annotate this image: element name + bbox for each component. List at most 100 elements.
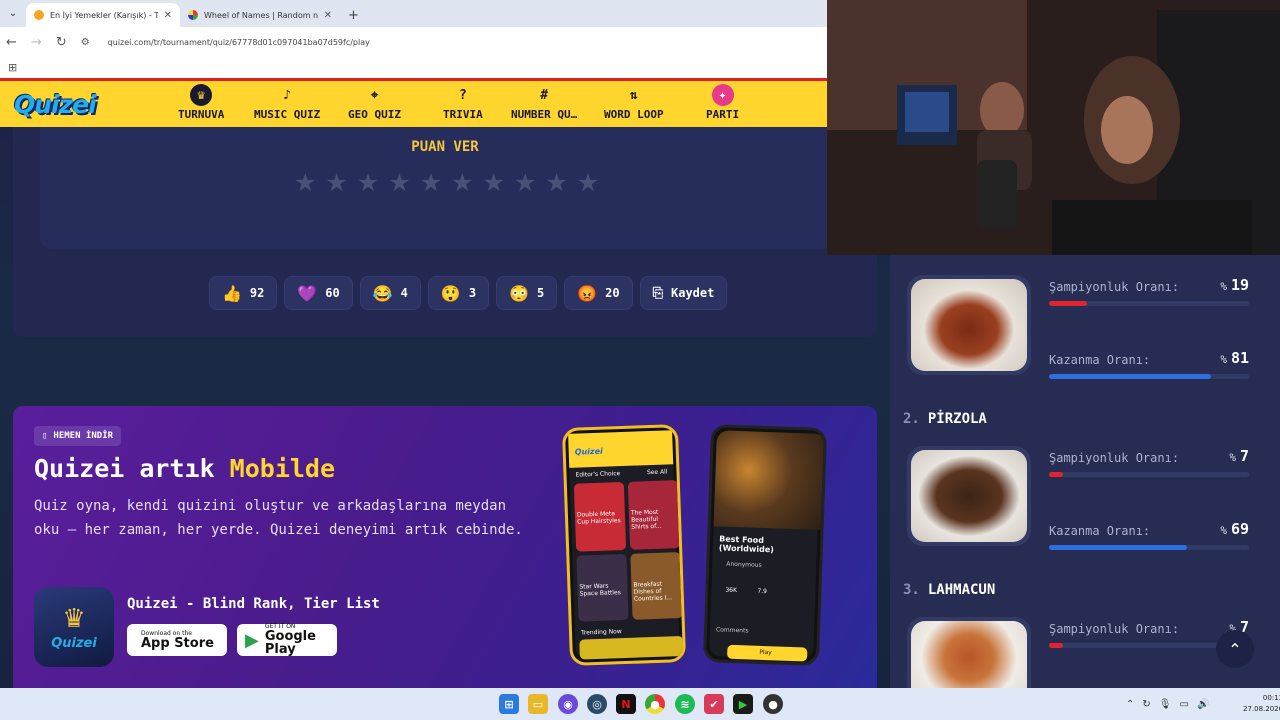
- reaction-like-button[interactable]: 👍 92: [209, 276, 278, 310]
- reaction-count: 92: [249, 286, 265, 300]
- pct-sign: %: [1229, 451, 1236, 464]
- nav-number-quiz[interactable]: # NUMBER QU…: [511, 84, 577, 122]
- steam-icon[interactable]: ◎: [587, 694, 607, 714]
- site-info-icon[interactable]: ⚙: [81, 37, 90, 48]
- phone-item: Breakfast Dishes of Countries I...: [633, 580, 673, 603]
- rank-number: 3.: [903, 582, 920, 598]
- scroll-to-top-button[interactable]: ⌃: [1216, 630, 1254, 668]
- reaction-count: 5: [536, 286, 545, 300]
- apps-grid-icon[interactable]: ⊞: [8, 61, 17, 74]
- nav-word-loop[interactable]: ⇅ WORD LOOP: [604, 84, 664, 122]
- webcam-overlay: [827, 0, 1280, 255]
- reaction-bar: 👍 92 💜 60 😂 4 😲 3 😳 5 😡 20 ⎘ Kaydet: [209, 276, 728, 310]
- nav-label: GEO QUIZ: [348, 108, 401, 121]
- quizei-favicon-icon: [34, 10, 44, 20]
- reaction-wow-button[interactable]: 😲 3: [427, 276, 490, 310]
- nav-turnuva[interactable]: ♛ TURNUVA: [178, 84, 224, 121]
- bar-fill: [1049, 643, 1063, 648]
- url-field[interactable]: quizei.com/tr/tournament/quiz/67778d01c0…: [108, 38, 370, 47]
- reaction-flushed-button[interactable]: 😳 5: [496, 276, 558, 310]
- app-store-button[interactable]: Download on the App Store: [127, 624, 227, 656]
- bar-fill: [1049, 472, 1063, 477]
- obs-icon[interactable]: ●: [763, 694, 783, 714]
- nav-parti[interactable]: ✦ PARTI: [706, 84, 739, 121]
- address-bar-row: ← → ↻ ⚙ quizei.com/tr/tournament/quiz/67…: [0, 27, 827, 57]
- win-rate-value: 81: [1230, 349, 1249, 367]
- food-name: PİRZOLA: [927, 411, 987, 427]
- phone-item: The Most Beautiful Shirts of...: [630, 508, 662, 531]
- close-tab-icon[interactable]: ✕: [324, 10, 332, 21]
- tab-quizei[interactable]: En İyi Yemekler (Karışık) - Tier Li ✕: [26, 3, 180, 27]
- quizei-logo[interactable]: Quizei: [14, 90, 97, 119]
- tab-title: Wheel of Names | Random nam: [204, 10, 318, 20]
- thumbs-up-icon: 👍: [222, 283, 242, 303]
- spotify-icon[interactable]: ≋: [675, 694, 695, 714]
- sync-icon[interactable]: ↻: [1142, 699, 1150, 710]
- system-tray: ⌃ ↻ 🎙 ▭ 🔊: [1126, 688, 1209, 720]
- champion-rate-value: 19: [1230, 276, 1249, 294]
- nav-music-quiz[interactable]: ♪ MUSIC QUIZ: [254, 84, 320, 122]
- star-icon[interactable]: ★: [357, 170, 379, 195]
- nav-geo-quiz[interactable]: ⌖ GEO QUIZ: [348, 84, 401, 122]
- start-icon[interactable]: ⊞: [499, 694, 519, 714]
- clock[interactable]: 00:13 27.08.2026: [1243, 693, 1280, 715]
- entry-title-3: 3. LAHMACUN: [903, 582, 995, 598]
- pct-sign: %: [1220, 524, 1227, 537]
- entry-title-2: 2. PİRZOLA: [903, 411, 987, 427]
- volume-icon[interactable]: 🔊: [1197, 699, 1209, 710]
- file-explorer-icon[interactable]: ▭: [528, 694, 548, 714]
- close-tab-icon[interactable]: ✕: [164, 10, 172, 21]
- win-rate-value: 69: [1230, 520, 1249, 538]
- netflix-icon[interactable]: N: [616, 694, 636, 714]
- nav-trivia[interactable]: ? TRIVIA: [443, 84, 483, 122]
- forward-icon[interactable]: →: [31, 35, 42, 50]
- angry-icon: 😡: [577, 283, 598, 303]
- phone-logo: Quizei: [574, 446, 603, 457]
- tab-search-icon[interactable]: ⌄: [0, 0, 26, 27]
- phone-section-label: Editor's Choice: [575, 470, 621, 479]
- nav-label: TRIVIA: [443, 108, 483, 121]
- reaction-heart-button[interactable]: 💜 60: [284, 276, 353, 310]
- bar-fill: [1049, 374, 1211, 379]
- save-button[interactable]: ⎘ Kaydet: [639, 276, 728, 310]
- star-icon[interactable]: ★: [388, 170, 410, 195]
- rating-card: PUAN VER ★ ★ ★ ★ ★ ★ ★ ★ ★ ★ 👍 92 💜 60 😂 4 …: [13, 127, 877, 337]
- star-icon[interactable]: ★: [294, 170, 316, 195]
- reload-icon[interactable]: ↻: [56, 35, 67, 50]
- microphone-icon[interactable]: 🎙: [1159, 699, 1172, 710]
- webcam-scene: [827, 0, 1280, 255]
- back-icon[interactable]: ←: [6, 35, 17, 50]
- promo-title-prefix: Quizei artık: [34, 454, 230, 483]
- pocket-icon[interactable]: ✔: [704, 694, 724, 714]
- win-rate-label: Kazanma Oranı:% 81: [1049, 349, 1249, 367]
- trophy-icon: ♛: [62, 603, 86, 634]
- reaction-angry-button[interactable]: 😡 20: [564, 276, 633, 310]
- terminal-icon[interactable]: ▶: [733, 694, 753, 714]
- star-icon[interactable]: ★: [451, 170, 473, 195]
- save-label: Kaydet: [671, 286, 715, 300]
- stat-label: Şampiyonluk Oranı:: [1049, 451, 1180, 465]
- star-icon[interactable]: ★: [325, 170, 347, 195]
- chevron-up-icon[interactable]: ⌃: [1126, 699, 1134, 710]
- reaction-laugh-button[interactable]: 😂 4: [359, 276, 421, 310]
- champion-rate-value: 7: [1239, 447, 1249, 465]
- champion-rate-label: Şampiyonluk Oranı:% 7: [1049, 447, 1249, 465]
- star-icon[interactable]: ★: [545, 170, 567, 195]
- phone-card: [579, 635, 684, 660]
- star-rating[interactable]: ★ ★ ★ ★ ★ ★ ★ ★ ★ ★: [294, 170, 599, 195]
- star-icon[interactable]: ★: [514, 170, 536, 195]
- new-tab-button[interactable]: +: [340, 3, 367, 27]
- download-badge: ▯ HEMEN İNDİR: [34, 426, 122, 446]
- tab-wheel-of-names[interactable]: Wheel of Names | Random nam ✕: [180, 3, 340, 27]
- star-icon[interactable]: ★: [483, 170, 505, 195]
- star-icon[interactable]: ★: [420, 170, 442, 195]
- discord-icon[interactable]: ◉: [558, 694, 578, 714]
- display-icon[interactable]: ▭: [1179, 699, 1188, 710]
- reaction-count: 20: [605, 286, 620, 300]
- chrome-icon[interactable]: ●: [645, 694, 665, 714]
- google-play-button[interactable]: ▶ GET IT ON Google Play: [237, 624, 337, 656]
- party-icon: ✦: [711, 84, 734, 106]
- star-icon[interactable]: ★: [577, 170, 599, 195]
- food-photo: [911, 450, 1027, 542]
- phone-icon: ▯: [42, 431, 48, 441]
